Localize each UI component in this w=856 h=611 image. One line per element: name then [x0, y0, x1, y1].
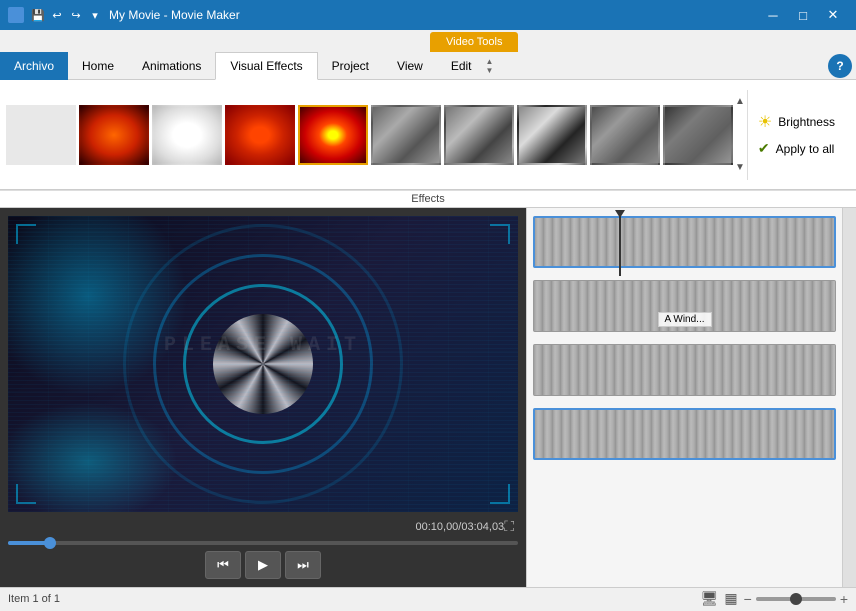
track-3: [533, 344, 836, 396]
status-text: Item 1 of 1: [8, 593, 60, 605]
scroll-up-button[interactable]: ▲: [735, 95, 745, 109]
tab-project[interactable]: Project: [318, 52, 383, 80]
effects-scrollbar[interactable]: ▲ ▼: [735, 95, 745, 175]
preview-video: PLEASE WAIT: [8, 216, 518, 512]
effect-orange[interactable]: [79, 105, 149, 165]
progress-thumb[interactable]: [44, 537, 56, 549]
effects-grid: [6, 105, 733, 165]
save-icon[interactable]: 💾: [30, 7, 46, 23]
redo-icon[interactable]: ↪: [68, 7, 84, 23]
playhead-line: [619, 216, 621, 276]
track-2: A Wind...: [533, 280, 836, 332]
zoom-out-icon[interactable]: −: [744, 591, 752, 607]
effect-gray1[interactable]: [371, 105, 441, 165]
apply-to-label: Apply to all: [776, 142, 835, 156]
ribbon-panel: ▲ ▼ ☀ Brightness ✔ Apply to all Effects: [0, 80, 856, 208]
playback-controls: ⏮ ▶ ⏭: [8, 551, 518, 579]
maximize-button[interactable]: □: [788, 0, 818, 30]
monitor-icon[interactable]: 🖥: [701, 590, 719, 607]
tab-archivo[interactable]: Archivo: [0, 52, 68, 80]
ribbon-right-panel: ☀ Brightness ✔ Apply to all: [747, 90, 856, 180]
main-area: PLEASE WAIT 00:10,00/03:04,03 ⛶ ⏮ ▶ ⏭: [0, 208, 856, 587]
effect-yellowflower[interactable]: [298, 105, 368, 165]
contextual-tab-bar: Video Tools: [0, 30, 856, 52]
brightness-button[interactable]: ☀ Brightness: [754, 110, 856, 134]
timeline-scrollbar[interactable]: [842, 208, 856, 587]
preview-pane: PLEASE WAIT 00:10,00/03:04,03 ⛶ ⏮ ▶ ⏭: [0, 208, 526, 587]
forward-button[interactable]: ⏭: [285, 551, 321, 579]
track-clip-1[interactable]: [533, 216, 836, 268]
effect-gray5[interactable]: [663, 105, 733, 165]
effects-section-label: Effects: [0, 190, 856, 207]
brightness-icon: ☀: [758, 112, 772, 132]
effect-gray3[interactable]: [517, 105, 587, 165]
title-bar-left: 💾 ↩ ↪ ▾ My Movie - Movie Maker: [8, 7, 240, 23]
tab-visual-effects[interactable]: Visual Effects: [215, 52, 317, 80]
status-right: 🖥 ▦ − +: [701, 590, 848, 607]
progress-fill: [8, 541, 49, 545]
close-button[interactable]: ✕: [818, 0, 848, 30]
track-4: [533, 408, 836, 460]
quick-access-toolbar: 💾 ↩ ↪ ▾: [30, 7, 103, 23]
zoom-slider[interactable]: [756, 597, 836, 601]
ribbon-tabs: Archivo Home Animations Visual Effects P…: [0, 52, 856, 80]
help-button[interactable]: ?: [828, 54, 852, 78]
timeline-tracks: A Wind...: [527, 208, 856, 587]
tab-view[interactable]: View: [383, 52, 437, 80]
play-button[interactable]: ▶: [245, 551, 281, 579]
effect-white[interactable]: [152, 105, 222, 165]
grid-icon[interactable]: ▦: [724, 590, 737, 607]
preview-controls: 00:10,00/03:04,03 ⛶: [8, 518, 518, 535]
window-controls: ─ □ ✕: [758, 0, 848, 30]
apply-to-all-button[interactable]: ✔ Apply to all: [754, 138, 856, 159]
tab-edit[interactable]: Edit: [437, 52, 486, 80]
time-display: 00:10,00/03:04,03: [415, 521, 504, 533]
zoom-thumb[interactable]: [790, 593, 802, 605]
timeline-pane: A Wind...: [526, 208, 856, 587]
progress-bar[interactable]: [8, 541, 518, 545]
effects-ribbon: ▲ ▼ ☀ Brightness ✔ Apply to all: [0, 80, 856, 190]
effect-gray4[interactable]: [590, 105, 660, 165]
track-clip-label: A Wind...: [657, 312, 711, 327]
effect-gray2[interactable]: [444, 105, 514, 165]
title-bar: 💾 ↩ ↪ ▾ My Movie - Movie Maker ─ □ ✕: [0, 0, 856, 30]
track-1: [533, 216, 836, 268]
track-clip-3[interactable]: [533, 344, 836, 396]
apply-check-icon: ✔: [758, 140, 770, 157]
rewind-button[interactable]: ⏮: [205, 551, 241, 579]
effect-redflower[interactable]: [225, 105, 295, 165]
video-tools-tab[interactable]: Video Tools: [430, 32, 518, 52]
tab-home[interactable]: Home: [68, 52, 128, 80]
video-frame: PLEASE WAIT: [8, 216, 518, 512]
effect-none[interactable]: [6, 105, 76, 165]
tab-scroll-arrows[interactable]: ▲▼: [486, 57, 494, 75]
minimize-button[interactable]: ─: [758, 0, 788, 30]
window-title: My Movie - Movie Maker: [109, 8, 240, 22]
dropdown-arrow-icon[interactable]: ▾: [87, 7, 103, 23]
zoom-in-icon[interactable]: +: [840, 591, 848, 607]
zoom-control: − +: [744, 591, 848, 607]
scroll-down-button[interactable]: ▼: [735, 161, 745, 175]
status-bar: Item 1 of 1 🖥 ▦ − +: [0, 587, 856, 609]
fullscreen-button[interactable]: ⛶: [504, 518, 514, 535]
tab-animations[interactable]: Animations: [128, 52, 215, 80]
track-clip-4[interactable]: [533, 408, 836, 460]
undo-icon[interactable]: ↩: [49, 7, 65, 23]
track-clip-2[interactable]: A Wind...: [533, 280, 836, 332]
app-icon: [8, 7, 24, 23]
brightness-label: Brightness: [778, 115, 835, 129]
